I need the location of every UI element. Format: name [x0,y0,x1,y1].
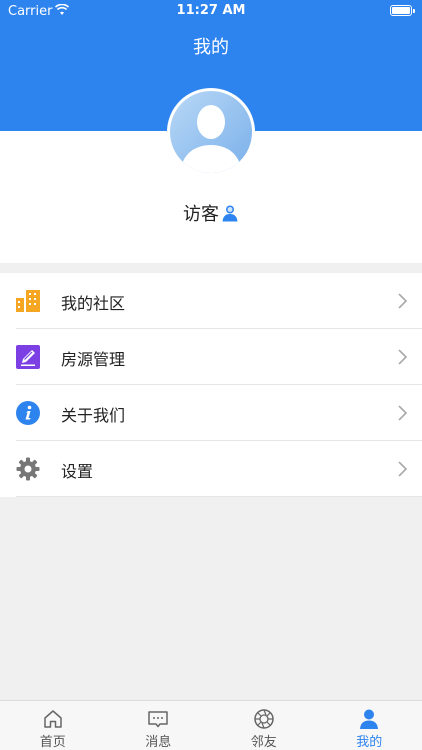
tab-label: 首页 [39,735,66,750]
avatar[interactable] [167,88,255,176]
menu-item-my-community[interactable]: 我的社区 [0,273,422,329]
guest-user-icon [222,205,238,222]
user-icon [360,709,379,729]
divider [16,496,422,497]
default-avatar-icon [170,91,252,173]
edit-pen-icon [16,345,40,369]
username: 访客 [183,204,219,225]
tab-label: 消息 [145,735,172,750]
tab-label: 邻友 [250,735,277,750]
menu-item-about-us[interactable]: 关于我们 [0,385,422,441]
home-icon [44,710,62,728]
community-building-icon [16,290,40,312]
menu-list: 我的社区 房源管理 关于我们 设置 [0,273,422,497]
gear-icon [16,457,40,481]
tab-bar: 首页 消息 邻友 我的 [0,700,422,750]
chevron-right-icon [398,293,408,309]
menu-item-label: 关于我们 [61,406,126,425]
neighbor-aperture-icon [254,709,274,729]
status-bar: Carrier 11:27 AM [0,0,422,22]
message-icon [148,711,168,728]
menu-item-property-management[interactable]: 房源管理 [0,329,422,385]
battery-icon [390,5,415,16]
tab-neighbors[interactable]: 邻友 [211,701,317,750]
menu-item-settings[interactable]: 设置 [0,441,422,497]
tab-me[interactable]: 我的 [317,701,422,750]
username-row: 访客 [0,200,422,226]
chevron-right-icon [398,405,408,421]
page-title: 我的 [193,37,229,58]
info-icon [16,401,40,425]
clock: 11:27 AM [176,3,246,18]
menu-item-label: 我的社区 [61,294,126,313]
tab-label: 我的 [356,735,383,750]
menu-item-label: 房源管理 [61,350,126,369]
menu-item-label: 设置 [61,462,94,481]
tab-home[interactable]: 首页 [0,701,106,750]
chevron-right-icon [398,461,408,477]
tab-messages[interactable]: 消息 [106,701,212,750]
chevron-right-icon [398,349,408,365]
